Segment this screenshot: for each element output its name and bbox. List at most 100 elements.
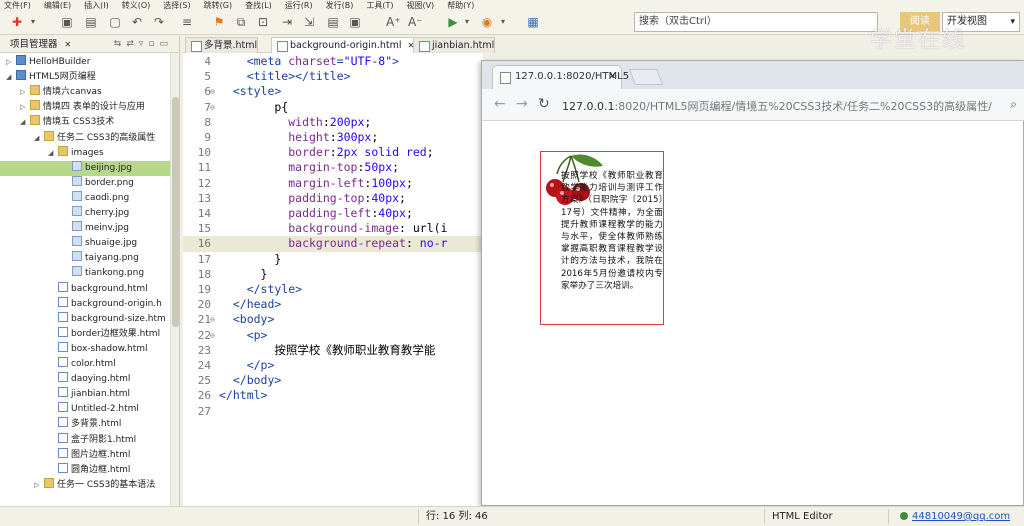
tree-item[interactable]: tiankong.png [0, 266, 170, 281]
code-line[interactable]: 5 <title></title> [183, 69, 483, 84]
tree-item[interactable]: background.html [0, 281, 170, 297]
menu-item[interactable]: 插入(I) [80, 2, 118, 10]
reload-icon[interactable]: ↻ [538, 97, 550, 111]
expand-arrow-icon[interactable]: ◢ [20, 115, 30, 130]
format-icon[interactable]: ⊡ [256, 14, 270, 30]
tree-item[interactable]: ▷ 任务一 CSS3的基本语法 [0, 477, 170, 493]
code-line[interactable]: 11 margin-top:50px; [183, 160, 483, 175]
web-icon[interactable]: ▦ [526, 14, 540, 30]
new-tab-button[interactable] [629, 69, 663, 85]
code-line[interactable]: 24 </p> [183, 358, 483, 373]
code-line[interactable]: 27 [183, 404, 483, 419]
close-file-icon[interactable]: ▢ [108, 14, 122, 30]
close-icon[interactable]: ✕ [65, 40, 72, 49]
code-line[interactable]: 20 </head> [183, 297, 483, 312]
code-line[interactable]: 23 按照学校《教师职业教育教学能 [183, 343, 483, 358]
expand-arrow-icon[interactable]: ◢ [48, 146, 58, 161]
tree-item[interactable]: border边框效果.html [0, 326, 170, 342]
code-line[interactable]: 7 ⊖ p{ [183, 100, 483, 115]
bookmark-icon[interactable]: ⚑ [212, 14, 226, 30]
tree-item[interactable]: shuaige.jpg [0, 236, 170, 251]
new-icon[interactable]: ✚ [10, 14, 24, 30]
tree-item[interactable]: color.html [0, 357, 170, 372]
editor-tab[interactable]: background-origin.html ✕ [271, 37, 416, 53]
code-line[interactable]: 17 } [183, 252, 483, 267]
tree-item[interactable]: background-size.htm [0, 311, 170, 327]
code-line[interactable]: 6 ⊖ <style> [183, 84, 483, 99]
tree-item[interactable]: cherry.jpg [0, 206, 170, 221]
code-line[interactable]: 25 </body> [183, 373, 483, 388]
menu-item[interactable]: 运行(R) [281, 2, 322, 10]
menu-item[interactable]: 选择(S) [159, 2, 199, 10]
code-line[interactable]: 16 background-repeat: no-r [183, 236, 483, 252]
tree-item[interactable]: background-origin.h [0, 296, 170, 312]
tree-item[interactable]: caodi.png [0, 190, 170, 206]
menu-item[interactable]: 帮助(Y) [443, 2, 483, 10]
code-line[interactable]: 12 margin-left:100px; [183, 176, 483, 191]
font-increase-icon[interactable]: A⁺ [386, 14, 401, 30]
code-line[interactable]: 22 ⊖ <p> [183, 328, 483, 343]
code-line[interactable]: 21 ⊖ <body> [183, 312, 483, 327]
tree-item[interactable]: ◢ images [0, 145, 170, 161]
jump-icon[interactable]: ⇲ [302, 14, 316, 30]
browser-tab[interactable]: 127.0.0.1:8020/HTML5 ✕ [492, 65, 629, 89]
comment-icon[interactable]: ▤ [326, 14, 340, 30]
code-line[interactable]: 19 </style> [183, 282, 483, 297]
save-all-icon[interactable]: ▤ [84, 14, 98, 30]
expand-arrow-icon[interactable]: ▷ [34, 478, 44, 493]
code-line[interactable]: 13 padding-top:40px; [183, 191, 483, 206]
undo-icon[interactable]: ↶ [130, 14, 144, 30]
code-line[interactable]: 15 background-image: url(i [183, 221, 483, 236]
tree-item[interactable]: daoying.html [0, 372, 170, 387]
scrollbar-thumb[interactable] [172, 97, 179, 327]
code-line[interactable]: 9 height:300px; [183, 130, 483, 145]
redo-icon[interactable]: ↷ [152, 14, 166, 30]
code-line[interactable]: 4 <meta charset="UTF-8"> [183, 54, 483, 69]
tree-item[interactable]: box-shadow.html [0, 341, 170, 357]
tag-icon[interactable]: ⧉ [234, 14, 248, 30]
expand-arrow-icon[interactable]: ▷ [20, 85, 30, 100]
browser-icon[interactable]: ◉ [480, 14, 494, 30]
menu-item[interactable]: 工具(T) [362, 2, 402, 10]
browser-dropdown-icon[interactable]: ▾ [498, 14, 508, 30]
editor-tab[interactable]: jianbian.html [413, 37, 496, 53]
fold-icon[interactable]: ⊖ [210, 100, 215, 115]
tree-item[interactable]: 图片边框.html [0, 447, 170, 463]
align-icon[interactable]: ≡ [180, 14, 194, 30]
tree-item[interactable]: beijing.jpg [0, 160, 170, 176]
expand-arrow-icon[interactable]: ▷ [20, 100, 30, 115]
tree-item[interactable]: Untitled-2.html [0, 402, 170, 417]
expand-arrow-icon[interactable]: ◢ [6, 70, 16, 85]
tree-item[interactable]: ◢ HTML5网页编程 [0, 70, 170, 85]
code-line[interactable]: 26 </html> [183, 388, 483, 403]
tree-item[interactable]: ▷ 情境六canvas [0, 85, 170, 100]
tree-item[interactable]: ◢ 情境五 CSS3技术 [0, 115, 170, 130]
search-input[interactable]: 搜索（双击Ctrl） [634, 12, 878, 32]
panel-tools-icon[interactable]: ⇆⇄▿▫▭ [114, 36, 173, 53]
menu-item[interactable]: 视图(V) [402, 2, 443, 10]
tree-item[interactable]: 圆角边框.html [0, 462, 170, 478]
address-bar[interactable]: 127.0.0.1:8020/HTML5网页编程/情境五%20CSS3技术/任务… [562, 98, 992, 114]
expand-arrow-icon[interactable]: ▷ [6, 55, 16, 70]
tree-item[interactable]: ◢ 任务二 CSS3的高级属性 [0, 130, 170, 146]
fold-icon[interactable]: ⊖ [210, 312, 215, 327]
code-line[interactable]: 10 border:2px solid red; [183, 145, 483, 160]
menu-item[interactable]: 编辑(E) [40, 2, 80, 10]
code-line[interactable]: 18 } [183, 267, 483, 282]
tree-item[interactable]: border.png [0, 175, 170, 191]
preview-icon[interactable]: ▣ [348, 14, 362, 30]
forward-icon[interactable]: → [516, 97, 528, 111]
indent-icon[interactable]: ⇥ [280, 14, 294, 30]
tree-item[interactable]: ▷ 情境四 表单的设计与应用 [0, 100, 170, 115]
tree-item[interactable]: jianbian.html [0, 387, 170, 402]
user-account-link[interactable]: 44810049@qq.com [899, 507, 1010, 526]
code-editor[interactable]: 多背景.html background-origin.html ✕ jianbian.… [183, 36, 496, 506]
back-icon[interactable]: ← [494, 97, 506, 111]
menu-item[interactable]: 转义(O) [118, 2, 160, 10]
tree-scrollbar[interactable] [170, 53, 179, 506]
save-icon[interactable]: ▣ [60, 14, 74, 30]
menu-item[interactable]: 文件(F) [0, 2, 40, 10]
menu-item[interactable]: 跳转(G) [200, 2, 241, 10]
expand-arrow-icon[interactable]: ◢ [34, 131, 44, 146]
run-dropdown-icon[interactable]: ▾ [462, 14, 472, 30]
